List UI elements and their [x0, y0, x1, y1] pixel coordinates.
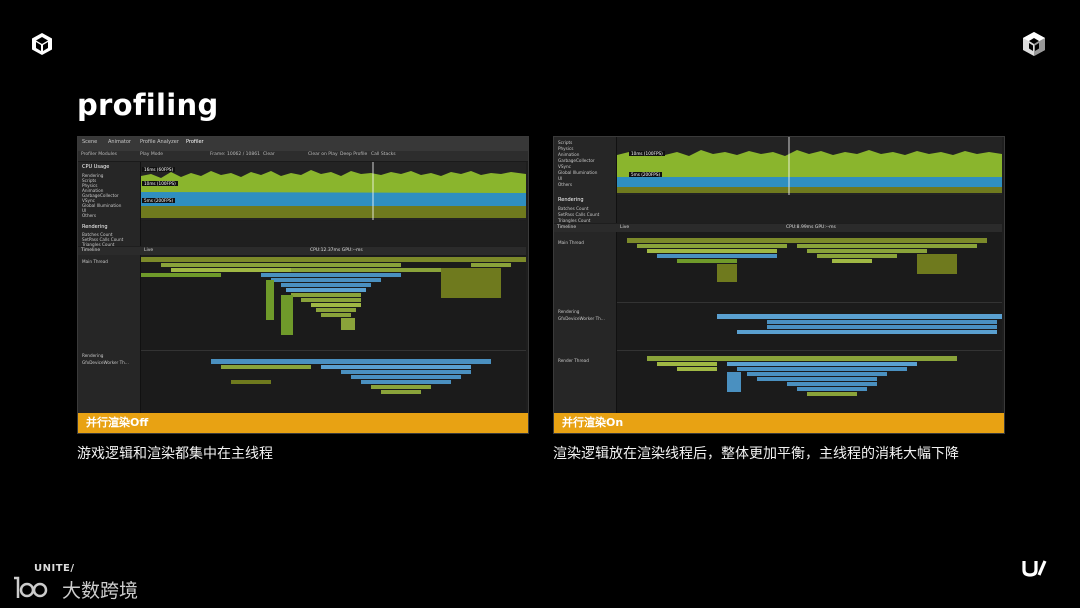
rendering-module[interactable]: Rendering — [558, 197, 584, 203]
profiler-screenshot-on: Scripts Physics Animation GarbageCollect… — [553, 136, 1005, 434]
legend-item[interactable]: VSync — [558, 164, 571, 169]
profiler-screenshot-off: Scene Animator Profile Analyzer Profiler… — [77, 136, 529, 434]
legend-item[interactable]: SetPass Calls Count — [558, 212, 599, 217]
legend-item[interactable]: Global Illumination — [558, 170, 597, 175]
legend-item[interactable]: UI — [558, 176, 562, 181]
play-mode-dropdown[interactable]: Play Mode — [140, 152, 163, 157]
legend-item[interactable]: Animation — [558, 152, 579, 157]
description-on: 渲染逻辑放在渲染线程后，整体更加平衡，主线程的消耗大幅下降 — [553, 446, 959, 462]
caption-off: 并行渲染Off — [78, 413, 528, 433]
profiler-toolbar: Profiler Modules Play Mode Frame: 10062 … — [78, 151, 528, 162]
clear-on-play-toggle[interactable]: Clear on Play — [308, 152, 338, 157]
rendering-chart[interactable] — [141, 221, 526, 246]
deep-profile-toggle[interactable]: Deep Profile — [340, 152, 367, 157]
live-toggle[interactable]: Live — [620, 225, 629, 230]
brand-label: 大数跨境 — [62, 580, 139, 602]
timeline-view[interactable] — [617, 232, 1002, 413]
rendering-chart[interactable] — [617, 196, 1002, 223]
unity-logo-icon — [32, 33, 52, 55]
brand-logo-icon — [14, 576, 48, 598]
rendering-module[interactable]: Rendering — [82, 224, 108, 230]
legend-item[interactable]: Triangles Count — [558, 218, 590, 223]
module-list: Scripts Physics Animation GarbageCollect… — [554, 137, 617, 223]
unite-mark-icon — [1022, 560, 1047, 577]
legend-item[interactable]: Others — [558, 182, 572, 187]
timeline-view[interactable] — [141, 255, 526, 413]
fps-marker: 5ms (200FPS) — [142, 198, 176, 203]
render-thread-label[interactable]: Render Thread — [558, 358, 589, 363]
cpu-gpu-time: CPU:12.37ms GPU:--ms — [310, 248, 363, 253]
unite-label: UNITE/ — [34, 563, 75, 574]
legend-item[interactable]: Scripts — [558, 140, 572, 145]
module-list: CPU Usage Rendering Scripts Physics Anim… — [78, 162, 141, 247]
caption-on: 并行渲染On — [554, 413, 1004, 433]
cpu-usage-module[interactable]: CPU Usage — [82, 164, 109, 170]
tab-animator[interactable]: Animator — [108, 139, 131, 145]
tab-scene[interactable]: Scene — [82, 139, 97, 145]
description-off: 游戏逻辑和渲染都集中在主线程 — [77, 446, 273, 462]
call-stacks-toggle[interactable]: Call Stacks — [371, 152, 396, 157]
gfx-worker-label[interactable]: GfxDeviceWorker Th... — [558, 316, 605, 321]
profiler-modules-dropdown[interactable]: Profiler Modules — [81, 152, 117, 157]
cpu-usage-chart[interactable] — [141, 162, 526, 220]
editor-tab-bar: Scene Animator Profile Analyzer Profiler — [78, 137, 528, 152]
fps-marker: 10ms (100FPS) — [142, 181, 178, 186]
live-toggle[interactable]: Live — [144, 248, 153, 253]
fps-marker: 10ms (100FPS) — [629, 151, 665, 156]
legend-item[interactable]: Global Illumination — [82, 203, 121, 208]
view-mode-dropdown[interactable]: Timeline — [557, 225, 576, 230]
thread-list: Main Thread Rendering GfxDeviceWorker Th… — [554, 232, 617, 413]
legend-item[interactable]: GarbageCollector — [558, 158, 595, 163]
legend-item[interactable]: Batches Count — [558, 206, 589, 211]
tab-profiler[interactable]: Profiler — [186, 139, 204, 145]
legend-item[interactable]: Others — [82, 213, 96, 218]
gfx-worker-label[interactable]: GfxDeviceWorker Th... — [82, 360, 129, 365]
clear-button[interactable]: Clear — [263, 152, 275, 157]
rendering-group-label[interactable]: Rendering — [558, 309, 579, 314]
cpu-usage-chart[interactable] — [617, 137, 1002, 195]
main-thread-label[interactable]: Main Thread — [82, 259, 108, 264]
tab-profile-analyzer[interactable]: Profile Analyzer — [140, 139, 179, 145]
legend-item[interactable]: Physics — [558, 146, 574, 151]
slide-title: profiling — [77, 88, 219, 122]
cpu-gpu-time: CPU:8.99ms GPU:--ms — [786, 225, 836, 230]
rendering-group-label[interactable]: Rendering — [82, 353, 103, 358]
unity-cube-icon — [1023, 32, 1045, 56]
fps-marker: 16ms (60FPS) — [142, 167, 176, 172]
frame-counter: Frame: 10062 / 10861 — [210, 152, 260, 157]
view-mode-dropdown[interactable]: Timeline — [81, 248, 100, 253]
fps-marker: 5ms (200FPS) — [629, 172, 663, 177]
main-thread-label[interactable]: Main Thread — [558, 240, 584, 245]
thread-list: Main Thread Rendering GfxDeviceWorker Th… — [78, 255, 141, 413]
